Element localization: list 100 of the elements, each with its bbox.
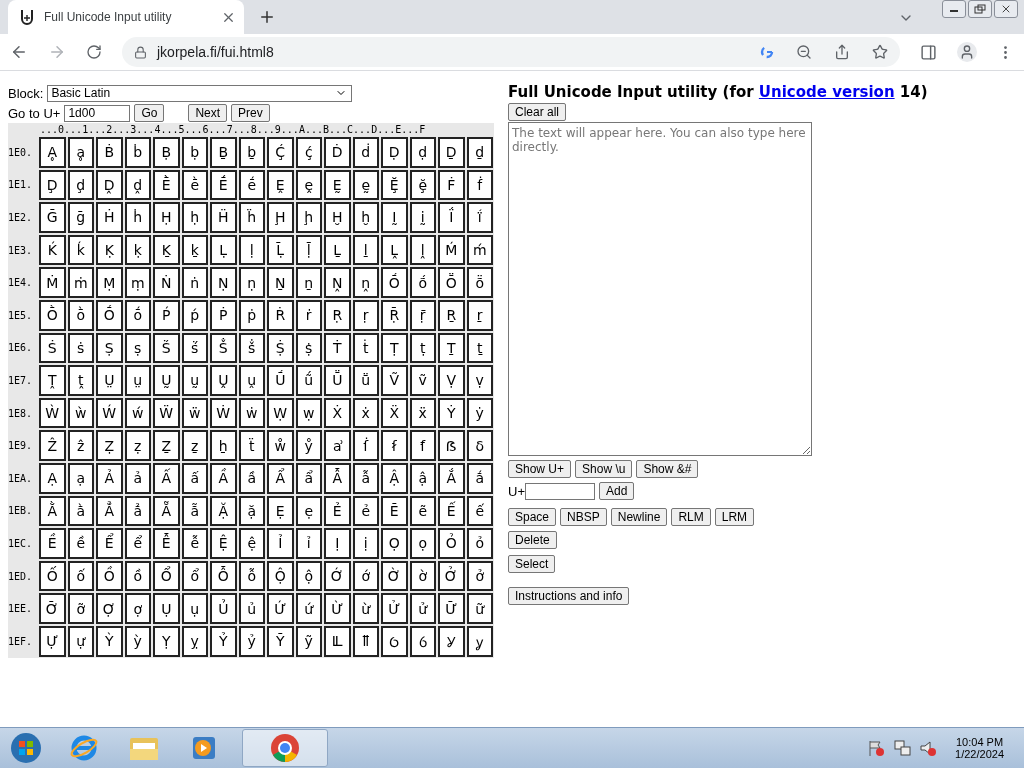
character-cell[interactable]: ể <box>124 528 151 559</box>
character-cell[interactable]: Ể <box>96 528 123 559</box>
side-panel-icon[interactable] <box>920 43 937 61</box>
character-cell[interactable]: ṝ <box>409 299 436 331</box>
character-cell[interactable]: Ḛ <box>324 169 351 201</box>
character-cell[interactable]: Ḣ <box>96 202 123 233</box>
character-cell[interactable]: ḉ <box>295 137 322 168</box>
character-cell[interactable]: Ẻ <box>324 495 351 527</box>
character-cell[interactable]: Ḿ <box>438 234 465 266</box>
character-cell[interactable]: ẽ <box>409 495 436 527</box>
character-cell[interactable]: Ỹ <box>267 625 294 657</box>
character-cell[interactable]: Ỗ <box>210 560 237 592</box>
code-input[interactable] <box>525 482 595 500</box>
character-cell[interactable]: Ả <box>96 462 123 494</box>
clear-button[interactable]: Clear all <box>508 103 566 121</box>
character-cell[interactable]: Ổ <box>153 560 180 592</box>
zoom-icon[interactable] <box>796 44 812 60</box>
character-cell[interactable]: Ṽ <box>381 365 408 396</box>
new-tab-icon[interactable] <box>258 8 276 26</box>
character-cell[interactable]: ằ <box>67 495 94 527</box>
character-cell[interactable]: ṿ <box>466 365 493 396</box>
character-cell[interactable]: Ỿ <box>438 625 465 657</box>
character-cell[interactable]: Ḥ <box>153 202 180 233</box>
character-cell[interactable]: ḽ <box>409 234 436 266</box>
character-cell[interactable]: ẉ <box>295 397 322 429</box>
text-area[interactable]: The text will appear here. You can also type here directly. <box>508 122 812 456</box>
character-cell[interactable]: ḝ <box>409 169 436 201</box>
character-cell[interactable]: Ḑ <box>39 169 66 201</box>
character-cell[interactable]: ḛ <box>352 169 379 201</box>
character-cell[interactable]: ụ <box>181 593 208 624</box>
character-cell[interactable]: Ṛ <box>324 299 351 331</box>
speaker-muted-icon[interactable] <box>919 739 938 757</box>
character-cell[interactable]: ḓ <box>124 169 151 201</box>
character-cell[interactable]: Ị <box>324 528 351 559</box>
character-cell[interactable]: ḫ <box>352 202 379 233</box>
character-cell[interactable]: ṉ <box>295 267 322 298</box>
character-cell[interactable]: ẇ <box>238 397 265 429</box>
character-cell[interactable]: ṅ <box>181 267 208 298</box>
character-cell[interactable]: ṷ <box>238 365 265 396</box>
character-cell[interactable]: ṻ <box>352 365 379 396</box>
character-cell[interactable]: ṏ <box>466 267 493 298</box>
character-cell[interactable]: ẓ <box>124 430 151 461</box>
character-cell[interactable]: Ḡ <box>39 202 66 233</box>
character-cell[interactable]: ẗ <box>238 430 265 461</box>
character-cell[interactable]: ṱ <box>67 365 94 396</box>
character-cell[interactable]: ẚ <box>324 430 351 461</box>
character-cell[interactable]: ḯ <box>466 202 493 233</box>
character-cell[interactable]: ầ <box>238 462 265 494</box>
character-cell[interactable]: Ṍ <box>381 267 408 298</box>
character-cell[interactable]: ỡ <box>67 593 94 624</box>
character-cell[interactable]: ỽ <box>409 625 436 657</box>
character-cell[interactable]: ả <box>124 462 151 494</box>
character-cell[interactable]: ḿ <box>466 234 493 266</box>
character-cell[interactable]: Ố <box>39 560 66 592</box>
share-icon[interactable] <box>834 44 850 60</box>
show-button[interactable]: Show U+ <box>508 460 572 478</box>
clock[interactable]: 10:04 PM 1/22/2024 <box>955 736 1004 760</box>
character-cell[interactable]: ṣ <box>124 332 151 364</box>
character-cell[interactable]: Ợ <box>96 593 123 624</box>
network-icon[interactable] <box>893 739 912 757</box>
character-cell[interactable]: ṓ <box>124 299 151 331</box>
character-cell[interactable]: Ḏ <box>438 137 465 168</box>
character-cell[interactable]: ộ <box>295 560 322 592</box>
character-cell[interactable]: Ộ <box>267 560 294 592</box>
character-cell[interactable]: ṕ <box>181 299 208 331</box>
character-cell[interactable]: ṳ <box>124 365 151 396</box>
back-icon[interactable] <box>10 43 28 61</box>
character-cell[interactable]: ẛ <box>352 430 379 461</box>
character-cell[interactable]: Ṭ <box>381 332 408 364</box>
character-cell[interactable]: ỏ <box>466 528 493 559</box>
show-button[interactable]: Show \u <box>575 460 633 478</box>
character-cell[interactable]: ṃ <box>124 267 151 298</box>
character-cell[interactable]: ỉ <box>295 528 322 559</box>
character-cell[interactable]: Ṋ <box>324 267 351 298</box>
character-cell[interactable]: Ẉ <box>267 397 294 429</box>
character-cell[interactable]: ớ <box>352 560 379 592</box>
character-cell[interactable]: Ḹ <box>267 234 294 266</box>
restore-icon[interactable] <box>968 0 992 18</box>
character-cell[interactable]: Ồ <box>96 560 123 592</box>
nav-button[interactable]: Go <box>134 104 165 122</box>
character-cell[interactable]: ḡ <box>67 202 94 233</box>
character-cell[interactable]: ẋ <box>352 397 379 429</box>
character-cell[interactable]: ṭ <box>409 332 436 364</box>
character-cell[interactable]: Ḫ <box>324 202 351 233</box>
character-cell[interactable]: Ử <box>381 593 408 624</box>
character-cell[interactable]: ṛ <box>352 299 379 331</box>
character-cell[interactable]: ḑ <box>67 169 94 201</box>
character-cell[interactable]: Ṏ <box>438 267 465 298</box>
character-cell[interactable]: ỿ <box>466 625 493 657</box>
character-cell[interactable]: ḕ <box>181 169 208 201</box>
character-cell[interactable]: Ỷ <box>210 625 237 657</box>
character-cell[interactable]: ỹ <box>295 625 322 657</box>
character-cell[interactable]: Ỡ <box>39 593 66 624</box>
nav-button[interactable]: Next <box>188 104 228 122</box>
delete-button[interactable]: Delete <box>508 531 557 549</box>
character-cell[interactable]: ḹ <box>295 234 322 266</box>
bookmark-star-icon[interactable] <box>872 44 888 60</box>
character-cell[interactable]: Ṯ <box>438 332 465 364</box>
character-cell[interactable]: Ḁ <box>39 137 66 168</box>
character-cell[interactable]: ẘ <box>267 430 294 461</box>
